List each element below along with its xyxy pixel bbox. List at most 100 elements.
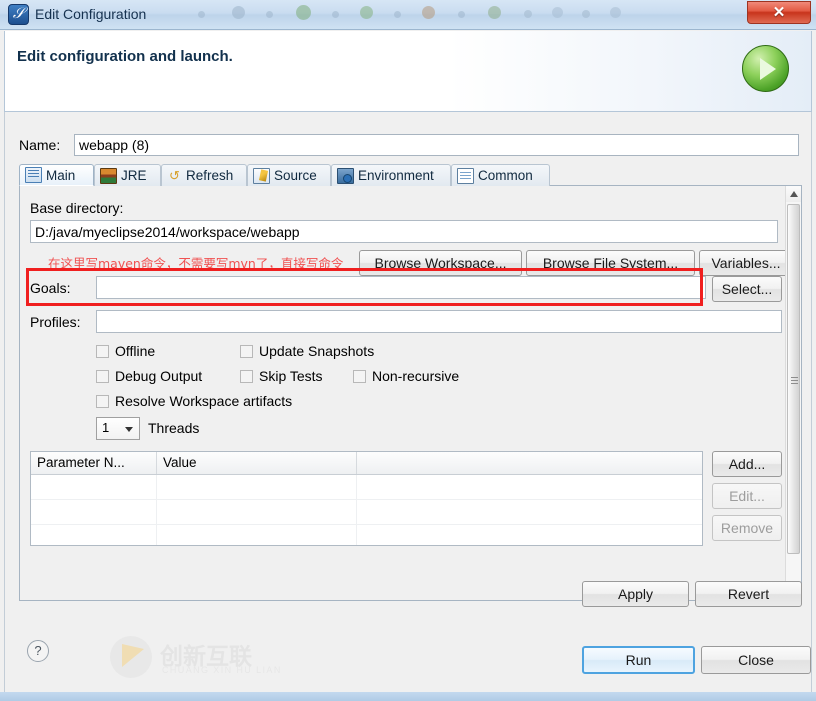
watermark-chinese-text: 创新互联 (160, 644, 252, 670)
goals-input[interactable] (96, 276, 706, 299)
configuration-name-label: Name: (19, 137, 61, 153)
jre-books-icon (100, 167, 117, 184)
main-panel-scrollbar[interactable] (785, 186, 801, 599)
watermark-mark-icon (110, 636, 152, 678)
add-parameter-button[interactable]: Add... (712, 451, 782, 477)
table-cell (357, 475, 702, 499)
checkbox-offline[interactable]: Offline (96, 343, 155, 359)
dialog-footer: ? 创新互联 CHUANG XIN HU LIAN Run Close (4, 622, 812, 696)
chevron-down-icon (125, 427, 133, 432)
checkbox-skip-tests-box[interactable] (240, 369, 253, 383)
checkbox-non-recursive[interactable]: Non-recursive (353, 368, 459, 384)
dialog-header: Edit configuration and launch. (4, 31, 812, 112)
common-list-icon (457, 167, 474, 184)
tab-main[interactable]: Main (19, 164, 94, 186)
checkbox-resolve-workspace-artifacts[interactable]: Resolve Workspace artifacts (96, 393, 292, 409)
table-row[interactable] (31, 475, 702, 500)
page-title: Edit configuration and launch. (17, 48, 233, 65)
tab-jre-label: JRE (121, 168, 147, 183)
checkbox-offline-box[interactable] (96, 344, 109, 358)
checkbox-non-recursive-box[interactable] (353, 369, 366, 383)
run-button[interactable]: Run (582, 646, 695, 674)
checkbox-update-snapshots[interactable]: Update Snapshots (240, 343, 374, 359)
table-col-value[interactable]: Value (157, 452, 357, 474)
checkbox-resolve-workspace-artifacts-box[interactable] (96, 394, 109, 408)
table-cell (357, 500, 702, 524)
checkbox-skip-tests[interactable]: Skip Tests (240, 368, 323, 384)
scrollbar-thumb[interactable] (787, 204, 800, 554)
table-cell (31, 475, 157, 499)
browse-workspace-button[interactable]: Browse Workspace... (359, 250, 522, 276)
main-tab-panel: Base directory: Browse Workspace... Brow… (19, 186, 802, 601)
revert-button[interactable]: Revert (695, 581, 802, 607)
threads-label: Threads (148, 420, 200, 436)
tab-common[interactable]: Common (451, 164, 550, 186)
checkbox-skip-tests-label: Skip Tests (259, 368, 323, 384)
table-col-parameter-name[interactable]: Parameter N... (31, 452, 157, 474)
parameters-table[interactable]: Parameter N... Value (30, 451, 703, 546)
remove-parameter-button[interactable]: Remove (712, 515, 782, 541)
threads-value: 1 (102, 420, 110, 435)
select-goals-button[interactable]: Select... (712, 276, 782, 302)
tab-source-label: Source (274, 168, 317, 183)
watermark-logo: 创新互联 CHUANG XIN HU LIAN (110, 635, 285, 680)
table-cell (31, 525, 157, 545)
configuration-name-input[interactable] (74, 134, 799, 156)
checkbox-non-recursive-label: Non-recursive (372, 368, 460, 384)
table-header-row: Parameter N... Value (31, 452, 702, 475)
checkbox-update-snapshots-label: Update Snapshots (259, 343, 375, 359)
tab-main-label: Main (46, 167, 76, 183)
apply-button[interactable]: Apply (582, 581, 689, 607)
edit-parameter-button[interactable]: Edit... (712, 483, 782, 509)
checkbox-update-snapshots-box[interactable] (240, 344, 253, 358)
checkbox-resolve-workspace-artifacts-label: Resolve Workspace artifacts (115, 393, 293, 409)
close-window-button[interactable]: ✕ (747, 1, 811, 24)
source-pencil-icon (253, 167, 270, 184)
scrollbar-grip-icon (791, 377, 798, 378)
refresh-arrows-icon: ↺ (169, 167, 180, 183)
goals-label: Goals: (30, 280, 71, 296)
base-directory-input[interactable] (30, 220, 778, 243)
configuration-name-row: Name: (19, 134, 799, 158)
threads-dropdown[interactable]: 1 (96, 417, 140, 440)
dialog-content: Name: Main JRE ↺ Refresh Source (4, 112, 812, 622)
table-cell (31, 500, 157, 524)
variables-button[interactable]: Variables... (699, 250, 793, 276)
profiles-label: Profiles: (30, 314, 81, 330)
tab-environment[interactable]: Environment (331, 164, 451, 186)
window-title: Edit Configuration (35, 6, 147, 22)
maven-goal-annotation: 在这里写maven命令，不需要写mvn了，直接写命令 (48, 256, 344, 271)
tab-refresh-label: Refresh (186, 168, 234, 183)
table-col-extra[interactable] (357, 452, 702, 474)
main-document-icon (25, 167, 42, 183)
checkbox-debug-output-box[interactable] (96, 369, 109, 383)
checkbox-debug-output[interactable]: Debug Output (96, 368, 202, 384)
table-cell (157, 475, 357, 499)
profiles-input[interactable] (96, 310, 782, 333)
tab-source[interactable]: Source (247, 164, 331, 186)
tab-refresh[interactable]: ↺ Refresh (161, 164, 247, 186)
checkbox-offline-label: Offline (115, 343, 156, 359)
checkbox-debug-output-label: Debug Output (115, 368, 203, 384)
base-directory-label: Base directory: (30, 200, 124, 216)
table-row[interactable] (31, 500, 702, 525)
tab-common-label: Common (478, 168, 533, 183)
myeclipse-icon (8, 4, 29, 25)
table-cell (157, 500, 357, 524)
tab-bar: Main JRE ↺ Refresh Source Environment Co… (19, 164, 802, 186)
title-bar: Edit Configuration ✕ (0, 0, 816, 30)
browse-file-system-button[interactable]: Browse File System... (526, 250, 695, 276)
question-mark-icon[interactable]: ? (27, 640, 49, 662)
desktop-background-strip (0, 692, 816, 701)
close-icon: ✕ (772, 4, 786, 21)
close-button[interactable]: Close (701, 646, 811, 674)
environment-icon (337, 167, 354, 184)
table-cell (157, 525, 357, 545)
watermark-pinyin-text: CHUANG XIN HU LIAN (162, 665, 282, 675)
scroll-up-arrow-icon[interactable] (786, 186, 801, 202)
run-green-play-icon (742, 45, 789, 92)
tab-environment-label: Environment (358, 168, 434, 183)
titlebar-background-artifacts (180, 0, 816, 30)
table-row[interactable] (31, 525, 702, 545)
tab-jre[interactable]: JRE (94, 164, 161, 186)
